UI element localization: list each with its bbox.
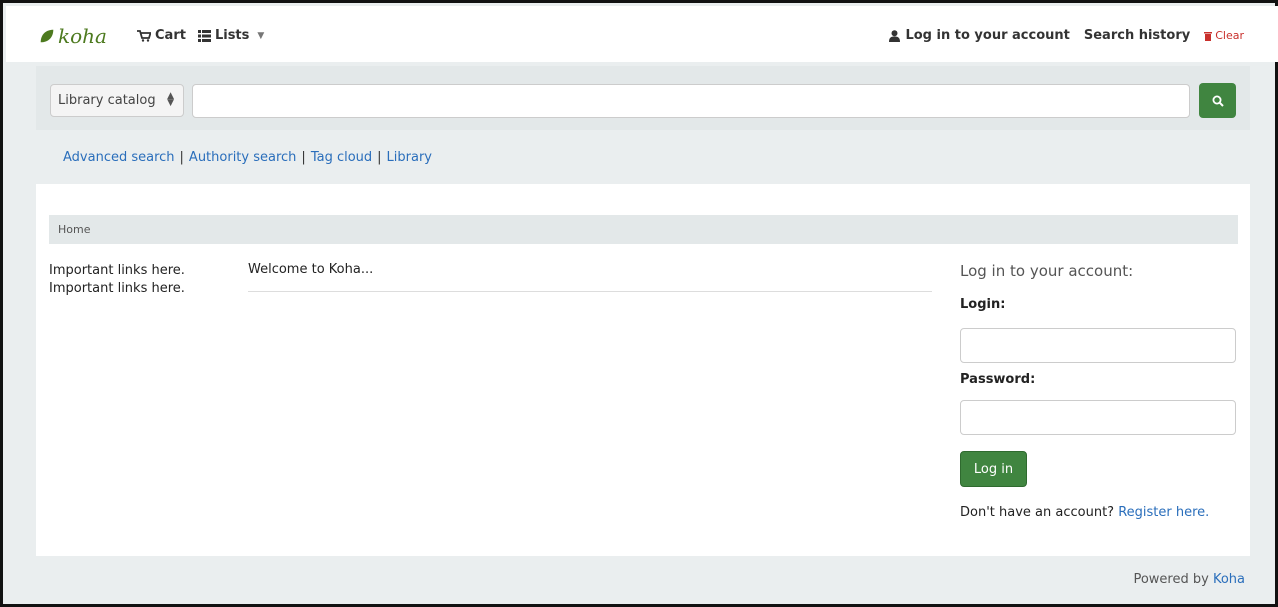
breadcrumb-home[interactable]: Home [58,223,90,236]
main-content: Home Important links here. Important lin… [36,184,1250,556]
breadcrumb: Home [49,215,1238,244]
cart-label: Cart [155,28,186,43]
list-icon [197,29,211,42]
search-bar: Library catalog ▲ ▼ [36,66,1250,130]
left-link-item: Important links here. [49,281,185,296]
koha-logo[interactable]: koha [38,24,107,48]
no-account-text: Don't have an account? [960,505,1115,520]
register-link[interactable]: Register here. [1118,505,1209,520]
left-link-item: Important links here. [49,263,185,278]
tag-cloud-link[interactable]: Tag cloud [311,150,372,165]
page-frame: koha Cart Lists ▼ Log in to your account… [0,0,1278,607]
search-icon [1212,95,1224,107]
lists-label: Lists [214,28,250,43]
cart-icon [137,29,151,42]
divider [248,291,932,292]
nav-right: Log in to your account Search history Cl… [889,28,1244,43]
password-label: Password: [960,372,1036,387]
select-arrows-icon: ▲ ▼ [167,91,174,108]
login-field[interactable] [960,328,1236,363]
left-links: Important links here. Important links he… [49,262,185,298]
login-link-label: Log in to your account [905,28,1070,43]
password-field[interactable] [960,400,1236,435]
login-heading: Log in to your account: [960,262,1134,280]
nav-left: Cart Lists ▼ [137,28,264,43]
search-type-value: Library catalog [58,93,156,108]
logo-text: koha [58,24,107,48]
login-label: Login: [960,297,1006,312]
clear-history-link[interactable]: Clear [1204,29,1244,42]
powered-by-text: Powered by [1133,572,1209,587]
welcome-area: Welcome to Koha... [248,262,932,292]
footer: Powered by Koha [1133,572,1245,587]
login-button[interactable]: Log in [960,451,1027,487]
clear-label: Clear [1215,29,1244,42]
authority-search-link[interactable]: Authority search [189,150,297,165]
cart-button[interactable]: Cart [137,28,186,43]
lists-dropdown[interactable]: Lists ▼ [197,28,265,43]
library-link[interactable]: Library [387,150,432,165]
login-link[interactable]: Log in to your account [889,28,1070,43]
welcome-text: Welcome to Koha... [248,262,374,277]
search-button[interactable] [1199,83,1236,118]
user-icon [889,29,901,42]
login-form: Log in to your account: Login: Password:… [960,262,1238,520]
advanced-search-link[interactable]: Advanced search [63,150,175,165]
koha-footer-link[interactable]: Koha [1213,572,1245,587]
register-prompt: Don't have an account? Register here. [960,505,1238,520]
caret-down-icon: ▼ [257,30,265,41]
search-history-link[interactable]: Search history [1084,28,1190,43]
search-history-label: Search history [1083,28,1191,43]
leaf-icon [40,29,54,43]
trash-icon [1204,31,1213,41]
search-type-select[interactable]: Library catalog ▲ ▼ [50,84,184,117]
search-input[interactable] [192,84,1190,118]
more-searches: Advanced search | Authority search | Tag clo… [63,150,433,165]
top-navbar: koha Cart Lists ▼ Log in to your account… [6,6,1278,62]
